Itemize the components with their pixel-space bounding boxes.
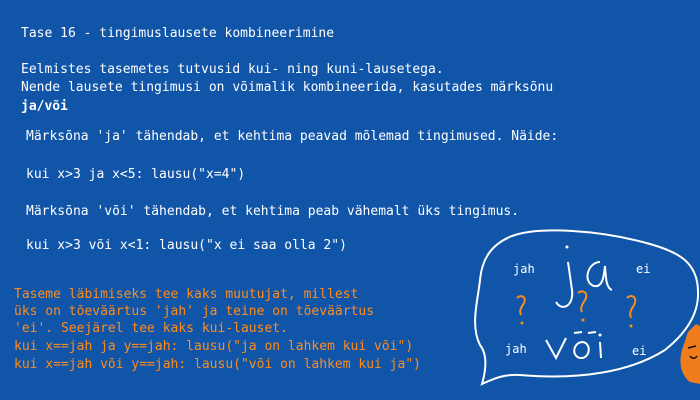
task-line-2: üks on tõeväärtus 'jah' ja teine on tõev…: [14, 304, 375, 319]
task-line-3: 'ei'. Seejärel tee kaks kui-lauset.: [14, 321, 288, 336]
bubble-label-top-left: jah: [513, 262, 535, 276]
speech-bubble-outline: [474, 229, 700, 386]
task-code-line-2: kui x==jah või y==jah: lausu("või on lah…: [14, 357, 421, 372]
task-code-line-1: kui x==jah ja y==jah: lausu("ja on lahke…: [14, 339, 414, 354]
handwritten-ja: [555, 261, 574, 308]
question-mark-left: [516, 295, 526, 316]
question-mark-right: [626, 295, 637, 319]
bubble-label-top-right: ei: [636, 262, 651, 276]
bubble-label-bottom-left: jah: [505, 342, 527, 356]
task-line-1: Taseme läbimiseks tee kaks muutujat, mil…: [14, 287, 359, 302]
question-mark-middle: [577, 290, 588, 313]
handwritten-voi: [545, 337, 567, 361]
bubble-label-bottom-right: ei: [632, 344, 647, 358]
